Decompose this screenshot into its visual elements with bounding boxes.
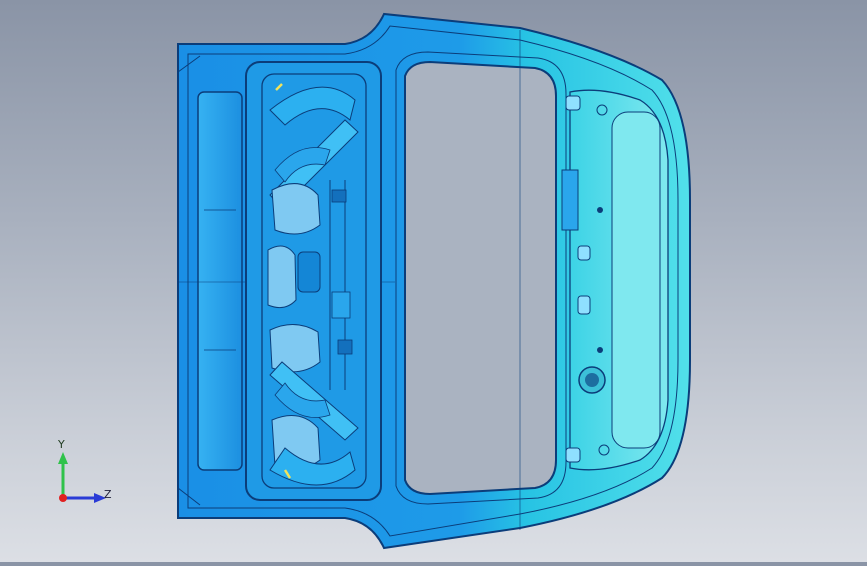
window-opening — [404, 60, 557, 496]
y-axis-label: Y — [58, 438, 65, 451]
graphics-viewport[interactable]: Y Z — [0, 0, 867, 562]
z-axis-label: Z — [104, 488, 112, 501]
center-slot — [297, 251, 321, 293]
origin-dot — [59, 494, 67, 502]
center-cutout-lower — [269, 324, 321, 373]
center-cutout-upper — [271, 183, 321, 235]
hinge-bracket-upper — [561, 169, 579, 231]
center-cutout-mid — [267, 245, 297, 309]
y-axis-arrow — [58, 452, 68, 464]
model-view[interactable] — [0, 0, 867, 562]
right-recess-panel — [611, 111, 661, 449]
left-recess-panel — [197, 91, 243, 471]
orientation-triad: Y Z — [48, 438, 118, 510]
